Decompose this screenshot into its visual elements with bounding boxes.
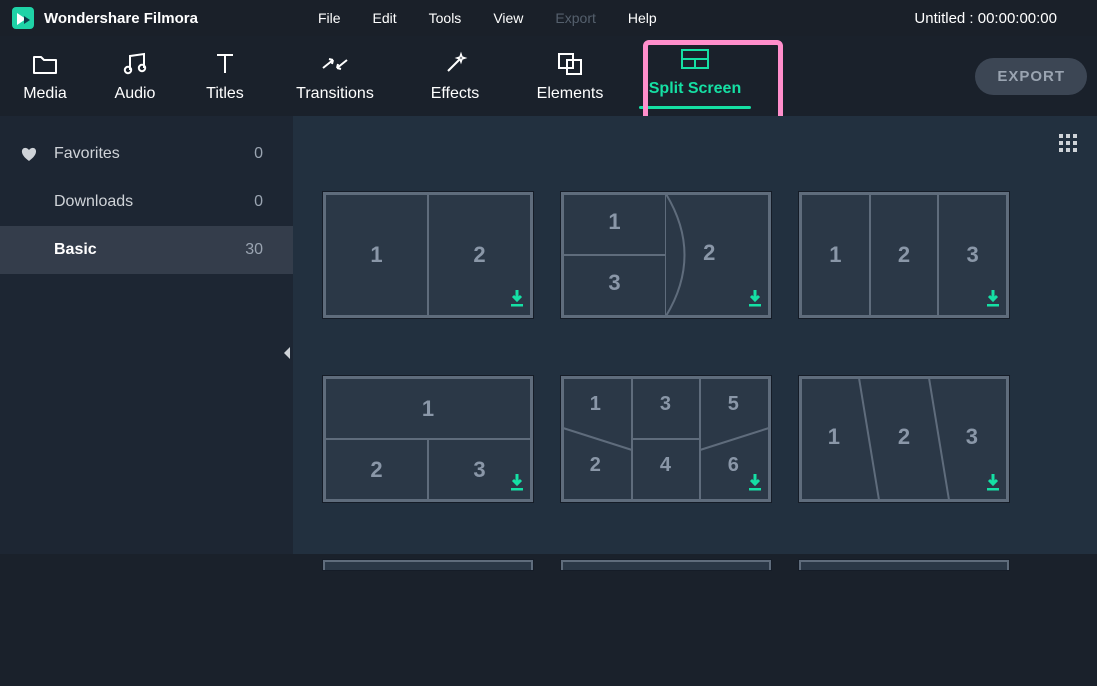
- menu-file[interactable]: File: [302, 4, 357, 32]
- sidebar-item-downloads[interactable]: Downloads 0: [0, 178, 293, 226]
- sidebar-item-favorites[interactable]: Favorites 0: [0, 130, 293, 178]
- download-icon[interactable]: [985, 289, 1001, 312]
- filmora-logo-icon: [12, 7, 34, 29]
- tab-effects[interactable]: Effects: [400, 36, 510, 116]
- heart-icon: [20, 146, 50, 162]
- download-icon[interactable]: [509, 289, 525, 312]
- collapse-sidebar-icon[interactable]: [282, 346, 292, 365]
- menu-export: Export: [539, 4, 611, 32]
- template-thumb[interactable]: 1 2 3 4 5 6: [561, 376, 771, 502]
- template-thumb[interactable]: [561, 560, 771, 570]
- template-thumb[interactable]: 1 2 3: [799, 376, 1009, 502]
- template-thumb[interactable]: [323, 560, 533, 570]
- download-icon[interactable]: [747, 289, 763, 312]
- tab-split-screen[interactable]: Split Screen: [625, 36, 765, 116]
- text-icon: [214, 49, 236, 79]
- template-thumb[interactable]: 1 2 3: [323, 376, 533, 502]
- tab-transitions[interactable]: Transitions: [270, 36, 400, 116]
- document-title: Untitled : 00:00:00:00: [914, 10, 1097, 27]
- wand-icon: [442, 49, 468, 79]
- folder-icon: [32, 49, 58, 79]
- music-note-icon: [122, 49, 148, 79]
- tab-media[interactable]: Media: [0, 36, 90, 116]
- tab-audio[interactable]: Audio: [90, 36, 180, 116]
- template-thumb[interactable]: 1 2: [323, 192, 533, 318]
- download-icon[interactable]: [747, 473, 763, 496]
- export-button[interactable]: EXPORT: [975, 58, 1087, 95]
- grid-view-icon[interactable]: [1059, 134, 1077, 157]
- menu-help[interactable]: Help: [612, 4, 673, 32]
- app-logo: Wondershare Filmora: [0, 7, 212, 29]
- download-icon[interactable]: [985, 473, 1001, 496]
- split-screen-icon: [680, 44, 710, 74]
- shapes-icon: [556, 49, 584, 79]
- sidebar-item-basic[interactable]: Basic 30: [0, 226, 293, 274]
- app-name: Wondershare Filmora: [44, 10, 198, 27]
- template-thumb[interactable]: [799, 560, 1009, 570]
- transitions-icon: [320, 49, 350, 79]
- menu-view[interactable]: View: [477, 4, 539, 32]
- template-thumb[interactable]: 1 2 3: [799, 192, 1009, 318]
- tab-elements[interactable]: Elements: [510, 36, 630, 116]
- menu-bar: File Edit Tools View Export Help: [302, 4, 673, 32]
- menu-edit[interactable]: Edit: [357, 4, 413, 32]
- download-icon[interactable]: [509, 473, 525, 496]
- template-gallery: 1 2 1 2 3 1 2 3: [293, 116, 1097, 554]
- template-thumb[interactable]: 1 2 3: [561, 192, 771, 318]
- sidebar: Favorites 0 Downloads 0 Basic 30: [0, 116, 293, 554]
- menu-tools[interactable]: Tools: [413, 4, 478, 32]
- tab-titles[interactable]: Titles: [180, 36, 270, 116]
